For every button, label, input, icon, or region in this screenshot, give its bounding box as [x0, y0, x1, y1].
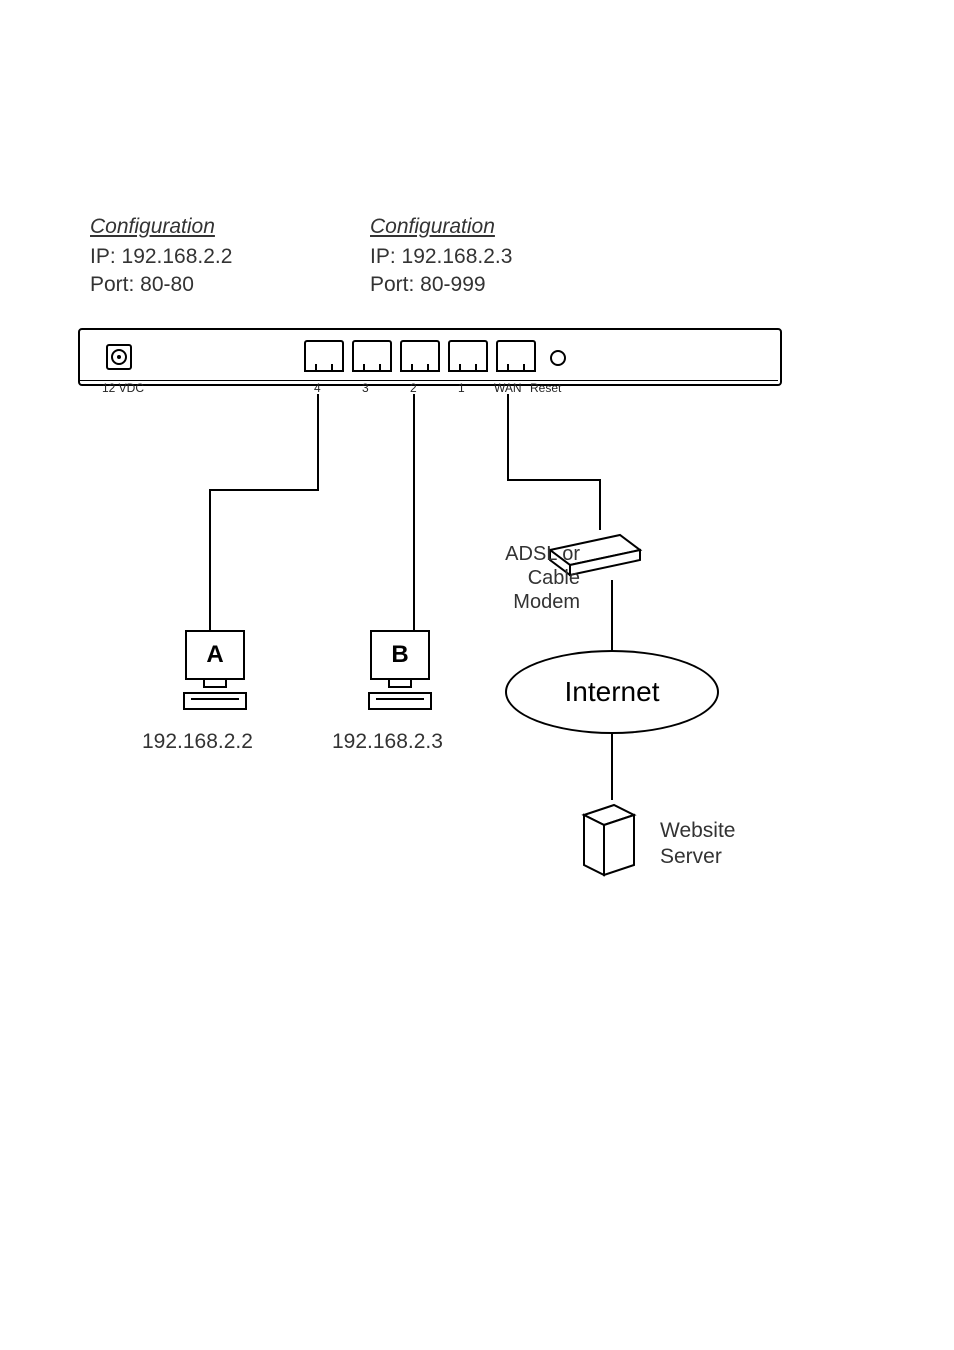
config-block-a: Configuration IP: 192.168.2.2 Port: 80-8… [90, 215, 350, 300]
computer-a-monitor: A [185, 630, 245, 680]
computer-a-keyboard-icon [183, 692, 247, 710]
internet-label: Internet [565, 676, 660, 708]
server-label: Website Server [660, 818, 735, 871]
server-label-2: Server [660, 845, 722, 868]
wan-port [496, 340, 536, 372]
computer-b-letter: B [391, 641, 408, 669]
computer-b-ip: 192.168.2.3 [332, 730, 443, 754]
lan-port-4 [304, 340, 344, 372]
power-label: 12 VDC [102, 381, 144, 395]
port2-label: 2 [410, 381, 417, 395]
power-jack-icon [106, 344, 132, 370]
wiring-diagram [0, 0, 954, 1350]
reset-label: Reset [530, 381, 561, 395]
computer-b: B [360, 630, 440, 710]
config-b-port: Port: 80-999 [370, 271, 630, 299]
computer-a-letter: A [206, 641, 223, 669]
config-block-b: Configuration IP: 192.168.2.3 Port: 80-9… [370, 215, 630, 300]
config-b-title: Configuration [370, 215, 630, 239]
network-diagram: Configuration IP: 192.168.2.2 Port: 80-8… [0, 0, 954, 1350]
router-device [78, 328, 782, 386]
computer-a-stand [203, 680, 227, 688]
computer-b-keyboard-icon [368, 692, 432, 710]
reset-button-icon [550, 350, 566, 366]
lan-port-3 [352, 340, 392, 372]
server-icon [574, 795, 644, 885]
router-inner [84, 334, 776, 380]
config-b-ip: IP: 192.168.2.3 [370, 243, 630, 271]
modem-label-2: Cable Modem [513, 567, 580, 613]
server-label-1: Website [660, 819, 735, 842]
port1-label: 1 [458, 381, 465, 395]
port3-label: 3 [362, 381, 369, 395]
router-labels: 12 VDC 4 3 2 1 WAN Reset [78, 380, 778, 401]
config-a-ip: IP: 192.168.2.2 [90, 243, 350, 271]
port4-label: 4 [314, 381, 321, 395]
internet-cloud: Internet [505, 650, 719, 734]
lan-port-1 [448, 340, 488, 372]
wan-label: WAN [494, 381, 522, 395]
computer-b-stand [388, 680, 412, 688]
modem-label: ADSL or Cable Modem [460, 542, 580, 614]
computer-b-monitor: B [370, 630, 430, 680]
lan-port-2 [400, 340, 440, 372]
config-a-port: Port: 80-80 [90, 271, 350, 299]
website-server [574, 795, 644, 890]
config-a-title: Configuration [90, 215, 350, 239]
computer-a-ip: 192.168.2.2 [142, 730, 253, 754]
computer-a: A [175, 630, 255, 710]
modem-label-1: ADSL or [505, 543, 580, 565]
